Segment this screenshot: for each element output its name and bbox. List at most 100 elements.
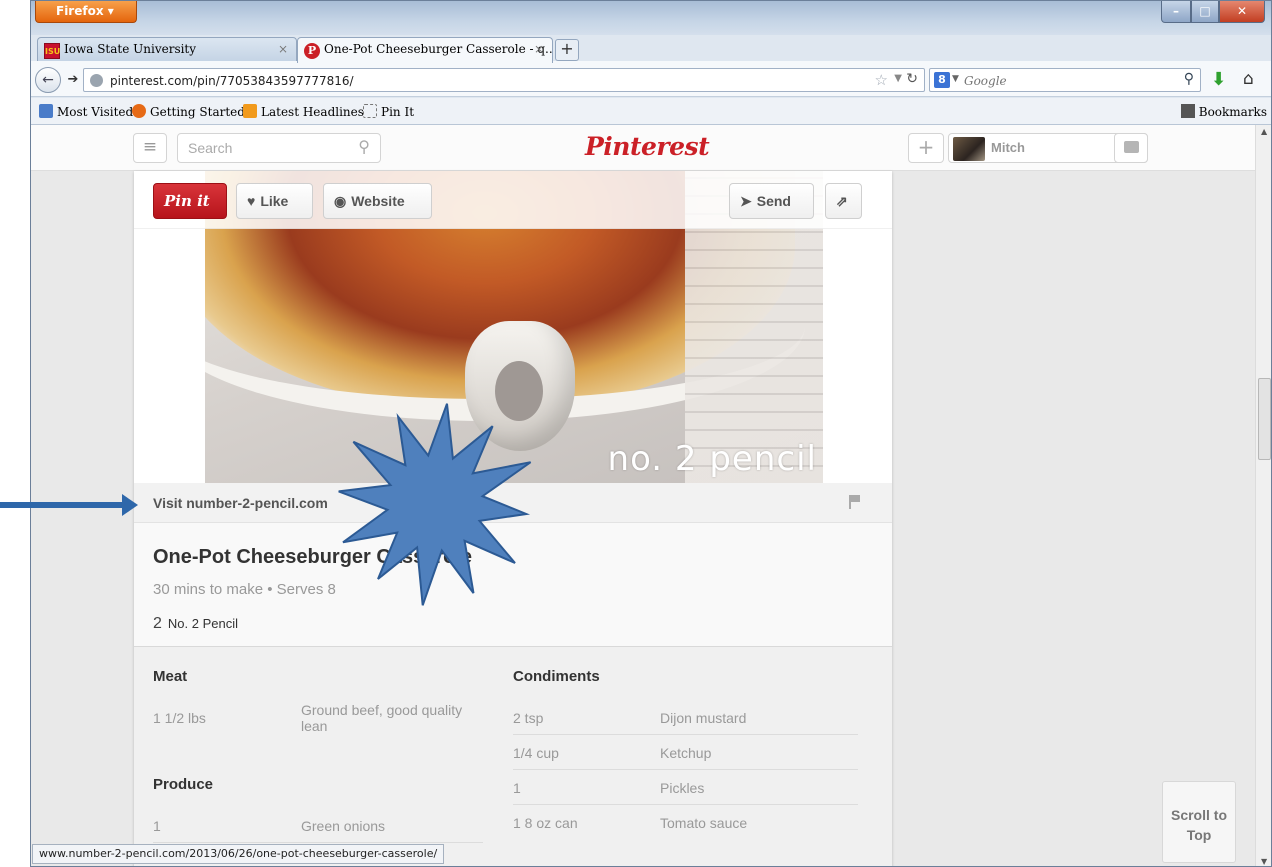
rss-icon [243,104,257,118]
ingredient-name: Pickles [660,780,705,796]
flag-icon[interactable] [849,495,861,509]
reload-icon[interactable]: ↻ [906,71,918,87]
pinterest-header: ≡ ⚲ Pinterest + Mitch [31,125,1255,171]
scrollbar-thumb[interactable] [1258,378,1271,460]
search-input[interactable] [964,72,1164,89]
globe-icon: ◉ [334,193,347,209]
send-label: Send [756,193,791,209]
avatar [953,137,985,161]
close-tab-icon[interactable]: × [534,42,544,56]
new-tab-button[interactable]: + [555,39,579,61]
bookmarks-toolbar: Most Visited Getting Started Latest Head… [31,98,1271,125]
ingredient-heading: Condiments [513,668,600,685]
url-history-dropdown-icon[interactable]: ▼ [894,73,902,84]
pin-meta: 30 mins to make • Serves 8 [153,581,336,598]
board-link[interactable]: 2 No. 2 Pencil [153,615,238,633]
vertical-scrollbar[interactable]: ▲ ▼ [1255,125,1271,866]
share-icon: ⇗ [836,193,848,209]
tab-pinterest-casserole[interactable]: P One-Pot Cheeseburger Casserole - q... … [297,37,553,63]
ingredient-name: Tomato sauce [660,815,748,831]
like-label: Like [260,193,289,209]
website-button[interactable]: ◉ Website [323,183,432,219]
search-engine-dropdown-icon[interactable]: ▼ [952,74,959,84]
maximize-button[interactable]: □ [1191,1,1219,23]
ingredient-name: Ketchup [660,745,712,761]
ingredient-qty: 1 1/2 lbs [153,710,206,726]
pin-it-button[interactable]: Pin it [153,183,227,219]
isu-icon: ISU [44,43,60,59]
send-icon: ➤ [740,193,752,209]
arrow-right-icon: ➔ [67,72,79,87]
annotation-arrow [0,502,124,508]
bookmark-pin-it[interactable]: Pin It [363,104,414,119]
search-icon[interactable]: ⚲ [1184,71,1194,87]
notifications-button[interactable] [1114,133,1148,163]
annotation-arrow-head [122,494,138,516]
annotation-starburst [338,403,532,606]
scroll-down-icon[interactable]: ▼ [1261,857,1267,866]
menu-icon[interactable]: ≡ [133,133,167,163]
browser-window: Firefox ▾ – □ ✕ ISU Iowa State Universit… [30,0,1272,867]
address-bar[interactable]: ☆ ▼ ↻ [83,68,925,92]
url-input[interactable] [110,72,810,89]
ingredient-divider [513,769,858,770]
ingredient-heading: Meat [153,668,188,685]
ingredient-name: Ground beef, good quality lean [301,702,463,734]
send-button[interactable]: ➤ Send [729,183,814,219]
website-label: Website [351,193,405,209]
ingredient-heading: Produce [153,776,214,793]
home-icon[interactable]: ⌂ [1243,69,1254,89]
scroll-to-top-button[interactable]: Scroll to Top [1162,781,1236,863]
bookmark-getting-started[interactable]: Getting Started [132,104,245,119]
status-bar-url: www.number-2-pencil.com/2013/06/26/one-p… [32,844,445,864]
pinterest-search[interactable]: ⚲ [177,133,381,163]
google-icon[interactable]: 8 [934,72,950,88]
minimize-button[interactable]: – [1161,1,1191,23]
site-identity-icon[interactable] [90,74,103,87]
bookmark-most-visited[interactable]: Most Visited [39,104,133,119]
bookmarks-star-icon [1180,104,1195,118]
pinterest-search-input[interactable] [188,140,338,156]
ingredient-name: Dijon mustard [660,710,747,726]
image-watermark: no. 2 pencil [607,439,817,479]
close-tab-icon[interactable]: × [278,42,288,56]
like-button[interactable]: ♥ Like [236,183,313,219]
ingredient-divider [153,842,483,843]
ingredient-qty: 1 [513,780,521,796]
forward-button[interactable]: ➔ [63,71,83,89]
bookmark-label: Most Visited [57,105,134,119]
pinterest-icon: P [304,43,320,59]
tab-label: One-Pot Cheeseburger Casserole - q... [324,42,553,56]
bookmarks-menu-button[interactable]: Bookmarks [1180,104,1267,119]
scroll-up-icon[interactable]: ▲ [1261,127,1267,136]
pinterest-logo[interactable]: Pinterest [585,132,710,161]
back-button[interactable]: ← [35,67,61,93]
speech-bubble-icon [1124,141,1139,153]
ingredient-divider [513,734,858,735]
download-icon[interactable]: ⬇ [1211,69,1226,90]
recipe-ingredients: Meat 1 1/2 lbs Ground beef, good quality… [134,647,892,866]
firefox-menu-label: Firefox [56,4,104,18]
bookmark-label: Pin It [381,105,415,119]
close-window-button[interactable]: ✕ [1219,1,1265,23]
add-pin-button[interactable]: + [908,133,944,163]
pin-it-icon [363,104,377,118]
search-bar[interactable]: 8 ▼ ⚲ [929,68,1201,92]
ingredient-qty: 1 8 oz can [513,815,578,831]
tab-label: Iowa State University [64,42,197,56]
tab-iowa-state[interactable]: ISU Iowa State University × [37,37,297,63]
visit-source-link[interactable]: Visit number-2-pencil.com [153,495,328,511]
username: Mitch [991,140,1025,155]
ingredient-name: Green onions [301,818,386,834]
firefox-menu-button[interactable]: Firefox ▾ [35,1,137,23]
search-icon[interactable]: ⚲ [358,137,370,156]
bookmark-star-icon[interactable]: ☆ [875,71,888,89]
starburst-shape [338,403,532,606]
ingredient-qty: 1/4 cup [513,745,559,761]
ingredient-qty: 1 [153,818,161,834]
heart-icon: ♥ [247,193,256,209]
most-visited-icon [39,104,53,118]
bookmark-latest-headlines[interactable]: Latest Headlines [243,104,364,119]
pin-action-bar: Pin it ♥ Like ◉ Website ➤ Send ⇗ [134,171,892,229]
share-button[interactable]: ⇗ [825,183,862,219]
